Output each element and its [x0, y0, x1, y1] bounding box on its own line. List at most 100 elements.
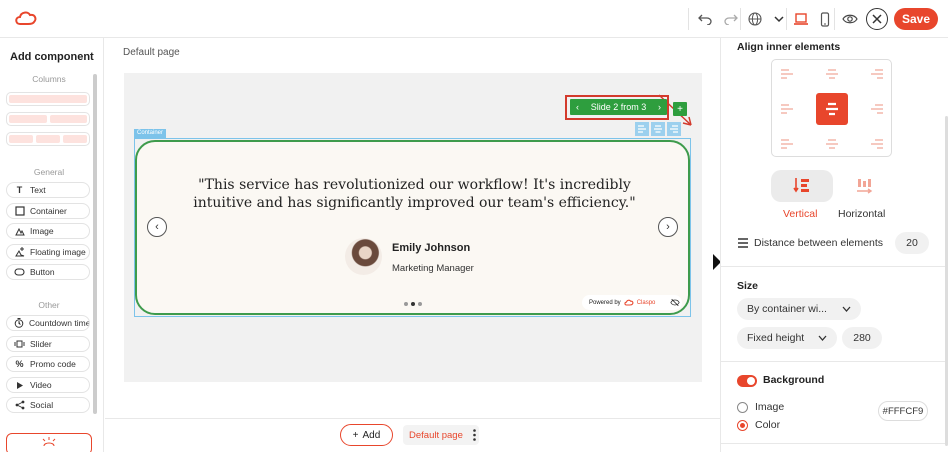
dot[interactable] — [404, 302, 408, 306]
align-right-icon[interactable] — [667, 122, 681, 136]
align-center-icon[interactable] — [651, 122, 665, 136]
bg-color-label[interactable]: Color — [755, 419, 780, 431]
prev-arrow-button[interactable]: ‹ — [147, 217, 167, 237]
bg-image-label[interactable]: Image — [755, 401, 784, 413]
horizontal-direction-icon — [857, 179, 873, 194]
component-slider[interactable]: Slider — [6, 336, 90, 352]
powered-by-badge[interactable]: Powered by Claspo — [582, 295, 682, 310]
width-mode-value: By container wi... — [747, 303, 827, 315]
align-center-selected-icon[interactable] — [816, 93, 848, 125]
redo-icon[interactable] — [720, 8, 742, 30]
component-image[interactable]: Image — [6, 223, 90, 239]
align-top-left-icon[interactable] — [781, 69, 793, 79]
component-label: Video — [30, 380, 52, 390]
height-mode-value: Fixed height — [747, 332, 805, 344]
page-bar: + Add Default page — [105, 418, 720, 452]
percent-icon: % — [15, 359, 24, 369]
undo-icon[interactable] — [694, 8, 716, 30]
columns-2-option[interactable] — [6, 112, 90, 126]
toolbar-divider — [740, 8, 741, 30]
align-bottom-center-icon[interactable] — [826, 139, 838, 149]
add-slide-button[interactable]: + — [673, 102, 687, 116]
horizontal-direction-button[interactable] — [833, 170, 895, 202]
canvas-area: Default page ‹ Slide 2 from 3 › + Contai… — [105, 38, 721, 418]
testimonial-quote[interactable]: "This service has revolutionized our wor… — [177, 176, 652, 212]
align-top-right-icon[interactable] — [871, 69, 883, 79]
component-floating-image[interactable]: Floating image — [6, 244, 90, 260]
background-toggle[interactable] — [737, 375, 757, 387]
height-mode-select[interactable]: Fixed height — [737, 327, 837, 349]
align-left-icon[interactable] — [635, 122, 649, 136]
bg-image-radio[interactable] — [737, 402, 748, 413]
person-name[interactable]: Emily Johnson — [392, 242, 470, 254]
component-label: Slider — [30, 339, 52, 349]
align-section-title: Align inner elements — [737, 41, 841, 53]
component-promo-code[interactable]: % Promo code — [6, 356, 90, 372]
vertical-label[interactable]: Vertical — [783, 208, 817, 220]
page-label: Default page — [123, 47, 180, 58]
component-countdown-timer[interactable]: Countdown timer — [6, 315, 90, 331]
share-icon — [14, 400, 25, 410]
distance-icon — [738, 238, 748, 248]
component-social[interactable]: Social — [6, 397, 90, 413]
align-middle-right-icon[interactable] — [871, 104, 883, 114]
section-label-general: General — [33, 167, 65, 177]
kebab-menu-icon[interactable] — [473, 429, 476, 441]
align-bottom-left-icon[interactable] — [781, 139, 793, 149]
globe-icon[interactable] — [744, 8, 766, 30]
component-label: Container — [30, 206, 67, 216]
component-text[interactable]: T Text — [6, 182, 90, 198]
horizontal-label[interactable]: Horizontal — [838, 208, 885, 220]
align-bottom-right-icon[interactable] — [871, 139, 883, 149]
panel-scrollbar[interactable] — [93, 74, 97, 414]
component-video[interactable]: Video — [6, 377, 90, 393]
next-arrow-button[interactable]: › — [658, 217, 678, 237]
eye-icon[interactable] — [839, 8, 861, 30]
vertical-direction-icon — [793, 178, 809, 193]
mobile-icon[interactable] — [814, 8, 836, 30]
bg-color-radio[interactable] — [737, 420, 748, 431]
laptop-icon[interactable] — [790, 8, 812, 30]
toolbar-divider — [834, 8, 835, 30]
distance-row: Distance between elements — [737, 237, 883, 249]
page-tab-label: Default page — [409, 429, 463, 441]
background-section-title: Background — [763, 374, 825, 386]
add-page-button[interactable]: + Add — [340, 424, 393, 446]
person-role[interactable]: Marketing Manager — [392, 263, 474, 274]
avatar[interactable] — [345, 238, 382, 275]
divider — [721, 266, 948, 267]
dot-active[interactable] — [411, 302, 415, 306]
slide-dots[interactable] — [404, 302, 422, 306]
width-mode-select[interactable]: By container wi... — [737, 298, 861, 320]
container-label: Container — [134, 129, 167, 138]
distance-input[interactable]: 20 — [895, 232, 929, 254]
component-label: Floating image — [30, 247, 86, 257]
toolbar-divider — [786, 8, 787, 30]
columns-1-option[interactable] — [6, 92, 90, 106]
dot[interactable] — [418, 302, 422, 306]
launcher-button[interactable] — [6, 433, 92, 452]
height-input[interactable]: 280 — [842, 327, 882, 349]
eye-off-icon — [670, 298, 681, 307]
section-label-columns: Columns — [32, 74, 66, 84]
save-button[interactable]: Save — [894, 8, 938, 30]
component-button[interactable]: Button — [6, 264, 90, 280]
chevron-right-icon: › — [666, 221, 670, 233]
alignment-grid[interactable] — [771, 59, 892, 157]
testimonial-card[interactable]: "This service has revolutionized our wor… — [135, 140, 690, 315]
claspo-mini-logo-icon — [624, 299, 634, 306]
claspo-logo-icon[interactable] — [14, 10, 38, 31]
align-middle-left-icon[interactable] — [781, 104, 793, 114]
component-label: Text — [30, 185, 46, 195]
page-tab-default[interactable]: Default page — [403, 425, 479, 445]
align-top-center-icon[interactable] — [826, 69, 838, 79]
close-button[interactable] — [866, 8, 888, 30]
component-container[interactable]: Container — [6, 203, 90, 219]
bg-color-input[interactable]: #FFFCF9 — [878, 401, 928, 421]
chevron-down-icon — [818, 335, 827, 341]
image-icon — [14, 226, 25, 236]
columns-3-option[interactable] — [6, 132, 90, 146]
powered-brand: Claspo — [636, 299, 656, 306]
vertical-direction-button[interactable] — [771, 170, 833, 202]
top-toolbar: Save — [0, 0, 948, 38]
